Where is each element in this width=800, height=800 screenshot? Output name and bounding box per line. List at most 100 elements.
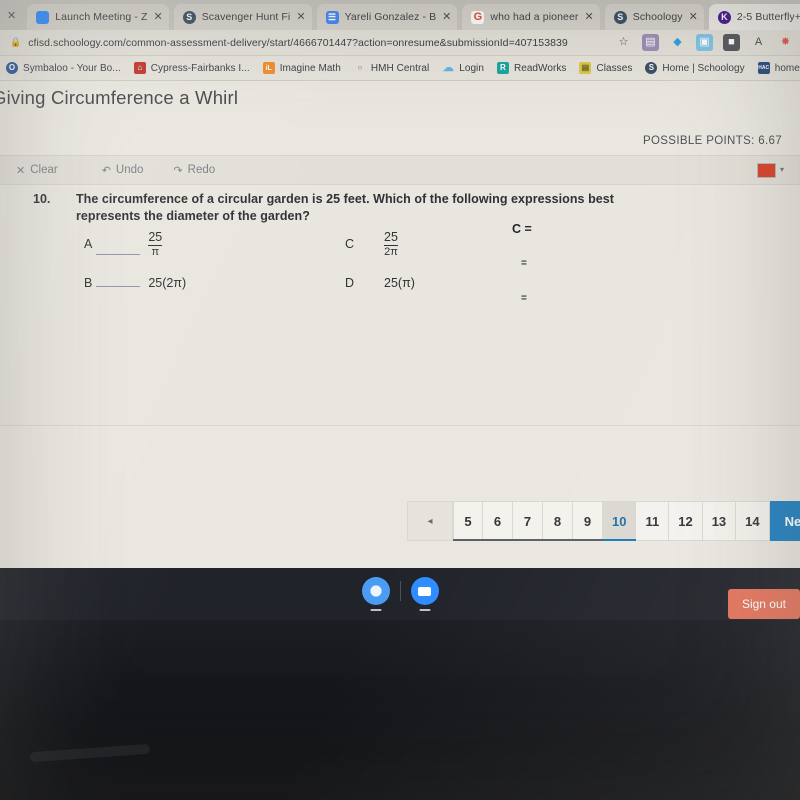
- cloud-login-icon: ☁: [442, 61, 454, 74]
- possible-points-label: POSSIBLE POINTS: 6.67: [642, 135, 782, 147]
- bookmark-label: Classes: [596, 62, 633, 74]
- answer-blank[interactable]: [96, 253, 141, 255]
- pagination-page-8[interactable]: 8: [542, 501, 573, 541]
- bookmark-star-icon[interactable]: ☆: [615, 34, 632, 51]
- pagination-page-6[interactable]: 6: [482, 501, 513, 541]
- bookmark-readworks[interactable]: R ReadWorks: [496, 62, 567, 74]
- close-icon[interactable]: ✕: [296, 11, 305, 23]
- google-icon: G: [471, 10, 485, 24]
- undo-button[interactable]: ↶ Undo: [102, 164, 144, 177]
- bookmark-classes[interactable]: ▤ Classes: [579, 62, 632, 74]
- bookmark-home-schoology[interactable]: S Home | Schoology: [645, 62, 745, 74]
- imagine-math-icon: iL: [262, 62, 275, 74]
- pagination-page-13[interactable]: 13: [702, 501, 737, 541]
- choice-letter: B: [84, 276, 93, 290]
- chevron-down-icon[interactable]: ▾: [780, 166, 784, 174]
- bookmark-home-access[interactable]: HAC home-access: [757, 62, 800, 74]
- extension-diamond-icon[interactable]: ◆: [669, 34, 686, 51]
- choice-expression: 25 2π: [384, 231, 398, 258]
- pagination: ◂ 5 6 7 8 9 10 11 12 13 14 Next: [407, 501, 800, 541]
- tab-title: who had a pioneer: [490, 11, 579, 23]
- annotation-toolbar: ✕ Clear ↶ Undo ↷ Redo ▾: [0, 155, 800, 185]
- address-bar[interactable]: cfisd.schoology.com/common-assessment-de…: [28, 37, 568, 49]
- window-close-icon[interactable]: ✕: [2, 11, 23, 30]
- bookmark-hmh-central[interactable]: ○ HMH Central: [354, 62, 429, 74]
- redo-button[interactable]: ↷ Redo: [173, 164, 215, 177]
- bookmark-label: Symbaloo - Your Bo...: [23, 62, 121, 74]
- color-swatch[interactable]: [756, 162, 776, 178]
- cfisd-icon: ⌂: [133, 62, 146, 74]
- question-number: 10.: [33, 192, 51, 206]
- pagination-page-10[interactable]: 10: [601, 501, 637, 541]
- bookmark-label: Cypress-Fairbanks I...: [150, 62, 250, 74]
- close-icon[interactable]: ✕: [689, 11, 698, 23]
- bookmark-symbaloo[interactable]: O Symbaloo - Your Bo...: [6, 62, 121, 74]
- kahoot-icon: K: [717, 10, 731, 24]
- bookmark-label: ReadWorks: [513, 62, 567, 74]
- pagination-prev-button[interactable]: ◂: [407, 501, 453, 541]
- choice-letter: D: [345, 276, 355, 290]
- bookmark-imagine-math[interactable]: iL Imagine Math: [262, 62, 341, 74]
- choice-letter: A: [84, 237, 93, 252]
- extension-lock-icon[interactable]: ■: [723, 34, 740, 51]
- pagination-page-9[interactable]: 9: [572, 501, 603, 541]
- close-icon[interactable]: ✕: [153, 11, 162, 23]
- lock-icon: 🔒: [10, 37, 22, 47]
- laptop-bezel: [0, 620, 800, 800]
- choice-expression: 25 π: [148, 231, 163, 258]
- assessment-page: Giving Circumference a Whirl POSSIBLE PO…: [0, 81, 800, 568]
- app-running-indicator: [370, 609, 381, 611]
- question-text: The circumference of a circular garden i…: [76, 192, 614, 223]
- answer-blank[interactable]: [96, 286, 141, 287]
- omnibox-row: 🔒 cfisd.schoology.com/common-assessment-…: [0, 30, 800, 56]
- choice-expression: 25(2π): [148, 276, 187, 290]
- home-access-icon: HAC: [757, 62, 770, 74]
- tab-yareli-gonzalez[interactable]: ☰ Yareli Gonzalez - B ✕: [316, 4, 458, 30]
- tab-strip: ✕ Launch Meeting - Z ✕ S Scavenger Hunt …: [0, 0, 800, 30]
- tab-butterfly-practice[interactable]: K 2-5 Butterfly+Pract ✕: [708, 4, 800, 30]
- pagination-page-7[interactable]: 7: [512, 501, 543, 541]
- pagination-page-14[interactable]: 14: [736, 501, 770, 541]
- next-button[interactable]: Next: [769, 501, 800, 541]
- close-icon[interactable]: ✕: [585, 11, 594, 23]
- screen-photo: ✕ Launch Meeting - Z ✕ S Scavenger Hunt …: [0, 0, 800, 800]
- question-card: 10. The circumference of a circular gard…: [0, 186, 800, 426]
- tab-launch-meeting[interactable]: Launch Meeting - Z ✕: [27, 4, 169, 30]
- symbaloo-icon: O: [6, 62, 18, 74]
- bookmark-login[interactable]: ☁ Login: [442, 62, 484, 74]
- bookmark-label: home-access: [774, 62, 800, 74]
- bezel-reflection: [29, 743, 151, 763]
- tab-schoology[interactable]: S Schoology ✕: [604, 4, 704, 30]
- close-icon: ✕: [16, 164, 26, 177]
- clear-button[interactable]: ✕ Clear: [16, 164, 58, 177]
- schoology-icon: S: [645, 62, 658, 74]
- extension-a-icon[interactable]: A: [750, 34, 767, 51]
- hmh-icon: ○: [357, 63, 363, 72]
- tab-scavenger-hunt[interactable]: S Scavenger Hunt Fi ✕: [173, 4, 312, 30]
- chrome-icon[interactable]: [361, 577, 390, 611]
- choice-c[interactable]: C 25 2π: [345, 231, 398, 258]
- extension-color-icon[interactable]: ✸: [777, 34, 794, 51]
- docs-icon: ☰: [325, 10, 339, 24]
- extension-photo-icon[interactable]: ▣: [696, 34, 713, 51]
- readworks-icon: R: [496, 62, 509, 74]
- zoom-icon: [36, 10, 50, 24]
- close-icon[interactable]: ✕: [442, 11, 451, 23]
- tab-title: Scavenger Hunt Fi: [201, 11, 291, 23]
- choice-b[interactable]: B 25(2π): [84, 276, 186, 290]
- annotation-c-equals: C =: [512, 222, 532, 236]
- sign-out-button[interactable]: Sign out: [727, 589, 800, 619]
- zoom-icon[interactable]: [410, 577, 439, 611]
- tab-title: 2-5 Butterfly+Pract: [736, 11, 800, 23]
- tab-title: Schoology: [632, 11, 683, 23]
- choice-d[interactable]: D 25(π): [345, 276, 415, 290]
- bookmark-label: Home | Schoology: [662, 62, 745, 74]
- undo-label: Undo: [115, 164, 144, 176]
- choice-a[interactable]: A 25 π: [84, 231, 163, 258]
- pagination-page-12[interactable]: 12: [669, 501, 703, 541]
- extension-save-icon[interactable]: ▤: [642, 34, 659, 51]
- bookmark-cypress-fairbanks[interactable]: ⌂ Cypress-Fairbanks I...: [133, 62, 250, 74]
- pagination-page-5[interactable]: 5: [453, 501, 483, 541]
- pagination-page-11[interactable]: 11: [636, 501, 670, 541]
- tab-google-search[interactable]: G who had a pioneer ✕: [462, 4, 600, 30]
